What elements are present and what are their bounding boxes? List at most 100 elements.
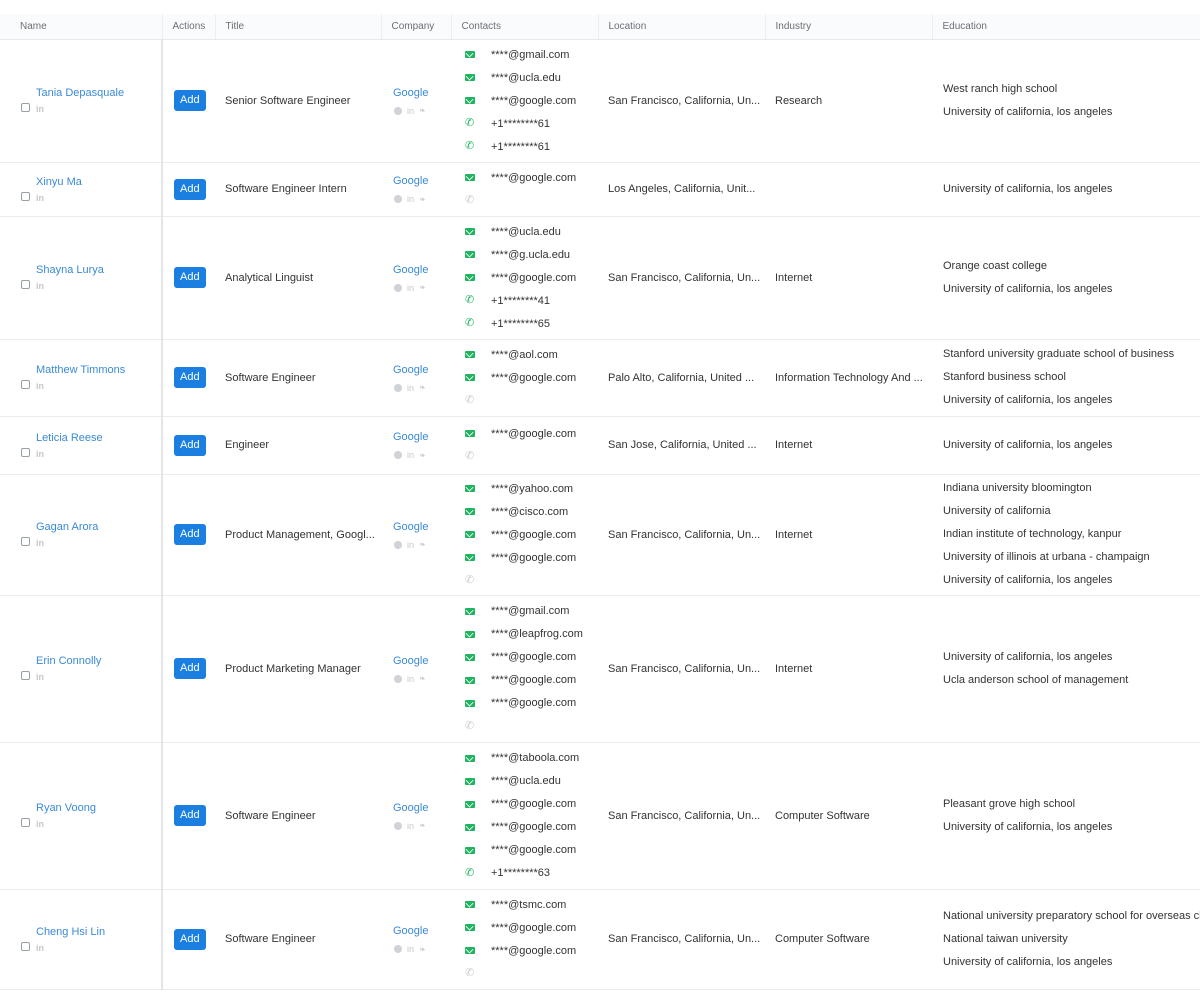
contact-item[interactable]: ****@ucla.edu xyxy=(465,220,598,243)
contact-item[interactable]: ****@google.com xyxy=(465,366,598,389)
company-link[interactable]: Google xyxy=(391,363,451,377)
linkedin-icon[interactable]: in xyxy=(407,106,414,116)
twitter-icon[interactable]: ❧ xyxy=(419,945,426,954)
col-header-education[interactable]: Education xyxy=(932,14,1200,40)
row-select-checkbox[interactable] xyxy=(21,537,30,546)
contact-item[interactable]: ****@google.com xyxy=(465,546,598,569)
twitter-icon[interactable]: ❧ xyxy=(419,821,426,830)
contact-item[interactable]: ****@aol.com xyxy=(465,343,598,366)
contact-item[interactable]: ****@google.com xyxy=(465,89,598,112)
globe-icon[interactable] xyxy=(394,383,402,392)
person-name-link[interactable]: Shayna Lurya xyxy=(36,263,161,277)
col-header-actions[interactable]: Actions xyxy=(162,14,216,40)
linkedin-icon[interactable]: in xyxy=(36,671,161,683)
row-select-checkbox[interactable] xyxy=(21,447,30,457)
linkedin-icon[interactable]: in xyxy=(36,380,161,392)
company-link[interactable]: Google xyxy=(391,174,451,188)
contact-item[interactable]: ✆ xyxy=(465,389,598,412)
person-name-link[interactable]: Gagan Arora xyxy=(36,520,161,534)
company-link[interactable]: Google xyxy=(391,520,451,534)
twitter-icon[interactable]: ❧ xyxy=(419,451,426,460)
person-name-link[interactable]: Xinyu Ma xyxy=(36,175,161,189)
contact-item[interactable]: ****@google.com xyxy=(465,916,598,939)
col-header-company[interactable]: Company xyxy=(381,14,452,40)
add-button[interactable]: Add xyxy=(174,178,206,200)
person-name-link[interactable]: Ryan Voong xyxy=(36,801,161,815)
contact-item[interactable]: ****@taboola.com xyxy=(465,747,598,770)
twitter-icon[interactable]: ❧ xyxy=(419,383,426,392)
person-name-link[interactable]: Cheng Hsi Lin xyxy=(36,925,161,939)
contact-item[interactable]: ✆ xyxy=(465,569,598,592)
globe-icon[interactable] xyxy=(394,674,402,683)
contact-item[interactable]: ✆ +1********63 xyxy=(465,862,598,885)
contact-item[interactable]: ****@tsmc.com xyxy=(465,893,598,916)
contact-item[interactable]: ✆ xyxy=(465,189,598,212)
globe-icon[interactable] xyxy=(394,195,402,203)
row-select-checkbox[interactable] xyxy=(21,818,30,827)
company-link[interactable]: Google xyxy=(391,430,451,444)
person-name-link[interactable]: Matthew Timmons xyxy=(36,363,161,377)
contact-item[interactable]: ****@google.com xyxy=(465,266,598,289)
person-name-link[interactable]: Leticia Reese xyxy=(36,431,161,445)
linkedin-icon[interactable]: in xyxy=(36,192,161,204)
contact-item[interactable]: ✆ +1********41 xyxy=(465,289,598,312)
globe-icon[interactable] xyxy=(394,821,402,830)
linkedin-icon[interactable]: in xyxy=(407,821,414,831)
linkedin-icon[interactable]: in xyxy=(407,540,414,550)
contact-item[interactable]: ****@google.com xyxy=(465,939,598,962)
linkedin-icon[interactable]: in xyxy=(36,942,161,954)
person-name-link[interactable]: Erin Connolly xyxy=(36,654,161,668)
globe-icon[interactable] xyxy=(394,451,402,459)
row-select-checkbox[interactable] xyxy=(21,191,30,201)
contact-item[interactable]: ****@google.com xyxy=(465,669,598,692)
row-select-checkbox[interactable] xyxy=(21,103,30,112)
twitter-icon[interactable]: ❧ xyxy=(419,674,426,683)
contact-item[interactable]: ✆ xyxy=(465,962,598,985)
twitter-icon[interactable]: ❧ xyxy=(419,540,426,549)
contact-item[interactable]: ✆ +1********61 xyxy=(465,112,598,135)
row-select-checkbox[interactable] xyxy=(21,941,30,951)
company-link[interactable]: Google xyxy=(391,263,451,277)
col-header-title[interactable]: Title xyxy=(215,14,382,40)
globe-icon[interactable] xyxy=(394,540,402,549)
add-button[interactable]: Add xyxy=(174,367,206,388)
linkedin-icon[interactable]: in xyxy=(407,194,414,204)
add-button[interactable]: Add xyxy=(174,524,206,545)
globe-icon[interactable] xyxy=(394,106,402,115)
contact-item[interactable]: ****@google.com xyxy=(465,816,598,839)
contact-item[interactable]: ****@google.com xyxy=(465,422,598,445)
linkedin-icon[interactable]: in xyxy=(407,674,414,684)
linkedin-icon[interactable]: in xyxy=(36,818,161,830)
row-select-checkbox[interactable] xyxy=(21,380,30,389)
contact-item[interactable]: ****@ucla.edu xyxy=(465,66,598,89)
contact-item[interactable]: ****@gmail.com xyxy=(465,600,598,623)
company-link[interactable]: Google xyxy=(391,924,451,938)
linkedin-icon[interactable]: in xyxy=(407,283,414,293)
contact-item[interactable]: ****@google.com xyxy=(465,166,598,189)
add-button[interactable]: Add xyxy=(174,267,206,288)
contact-item[interactable]: ****@gmail.com xyxy=(465,43,598,66)
twitter-icon[interactable]: ❧ xyxy=(419,195,426,204)
contact-item[interactable]: ✆ xyxy=(465,715,598,738)
linkedin-icon[interactable]: in xyxy=(36,448,161,460)
contact-item[interactable]: ****@ucla.edu xyxy=(465,770,598,793)
contact-item[interactable]: ✆ xyxy=(465,445,598,468)
add-button[interactable]: Add xyxy=(174,434,206,456)
person-name-link[interactable]: Tania Depasquale xyxy=(36,86,161,100)
col-header-contacts[interactable]: Contacts xyxy=(451,14,599,40)
linkedin-icon[interactable]: in xyxy=(36,537,161,549)
add-button[interactable]: Add xyxy=(174,928,206,950)
col-header-name[interactable]: Name xyxy=(0,14,163,40)
add-button[interactable]: Add xyxy=(174,90,206,111)
add-button[interactable]: Add xyxy=(174,658,206,679)
company-link[interactable]: Google xyxy=(391,654,451,668)
contact-item[interactable]: ****@google.com xyxy=(465,646,598,669)
linkedin-icon[interactable]: in xyxy=(36,103,161,115)
linkedin-icon[interactable]: in xyxy=(36,280,161,292)
col-header-location[interactable]: Location xyxy=(598,14,766,40)
globe-icon[interactable] xyxy=(394,283,402,292)
row-select-checkbox[interactable] xyxy=(21,280,30,289)
contact-item[interactable]: ****@leapfrog.com xyxy=(465,623,598,646)
col-header-industry[interactable]: Industry xyxy=(765,14,933,40)
contact-item[interactable]: ****@google.com xyxy=(465,839,598,862)
